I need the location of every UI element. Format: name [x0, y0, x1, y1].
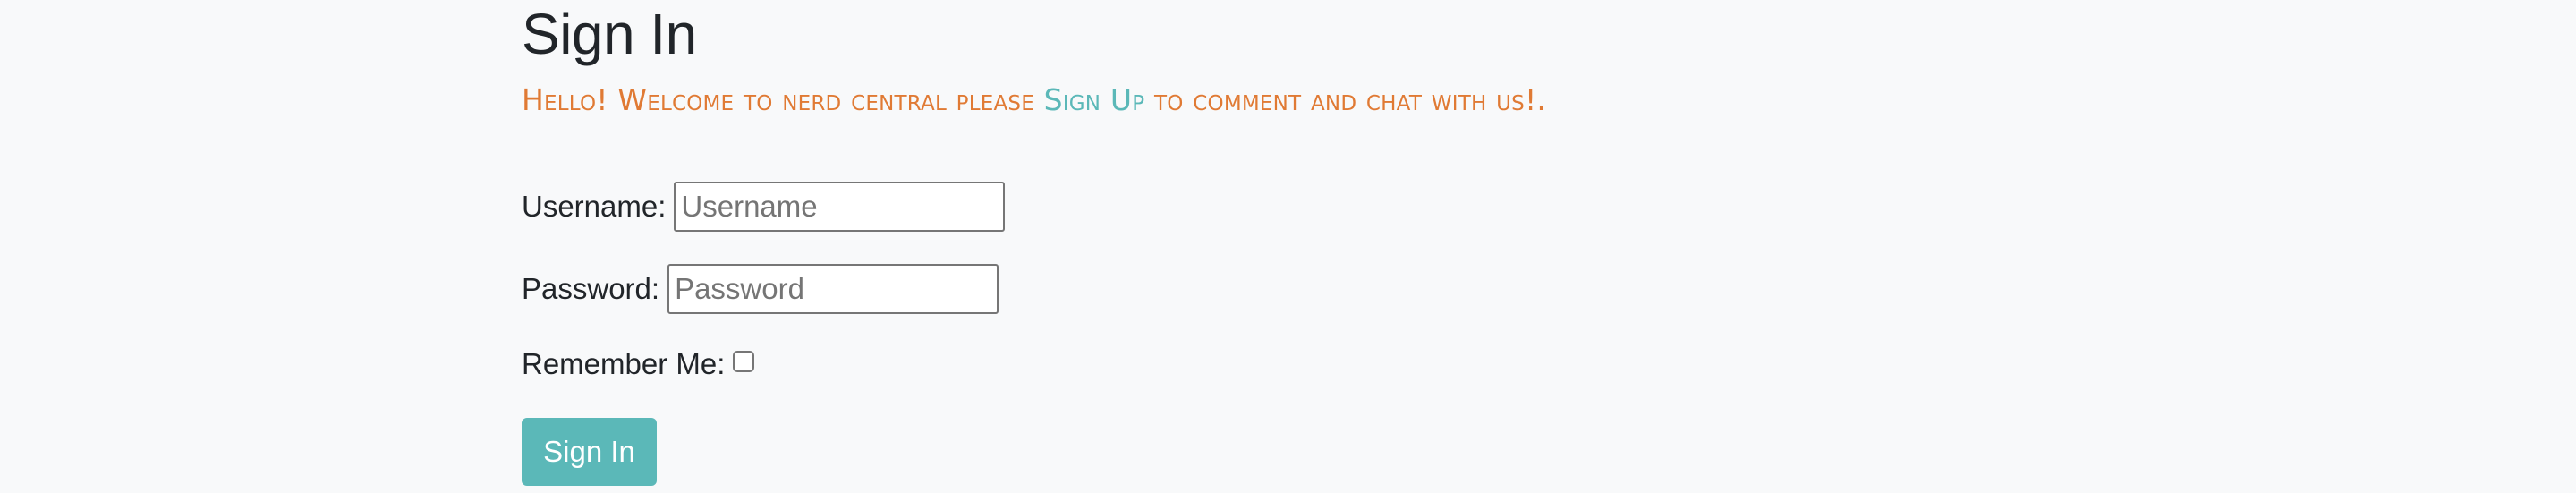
signin-button[interactable]: Sign In	[522, 418, 657, 486]
remember-row: Remember Me:	[522, 347, 755, 381]
welcome-suffix: to comment and chat with us!.	[1144, 82, 1547, 117]
password-row: Password:	[522, 264, 999, 314]
welcome-prefix: Hello! Welcome to nerd central please	[522, 82, 1044, 117]
remember-checkbox[interactable]	[733, 351, 755, 372]
remember-label: Remember Me:	[522, 347, 726, 380]
username-row: Username:	[522, 182, 1006, 232]
welcome-message: Hello! Welcome to nerd central please Si…	[522, 82, 1546, 117]
username-input[interactable]	[674, 182, 1006, 232]
password-input[interactable]	[667, 264, 999, 314]
page-title: Sign In	[522, 2, 697, 66]
signup-link[interactable]: Sign Up	[1044, 82, 1145, 117]
username-label: Username:	[522, 190, 667, 223]
page: Sign In Hello! Welcome to nerd central p…	[0, 0, 2576, 493]
password-label: Password:	[522, 272, 660, 305]
